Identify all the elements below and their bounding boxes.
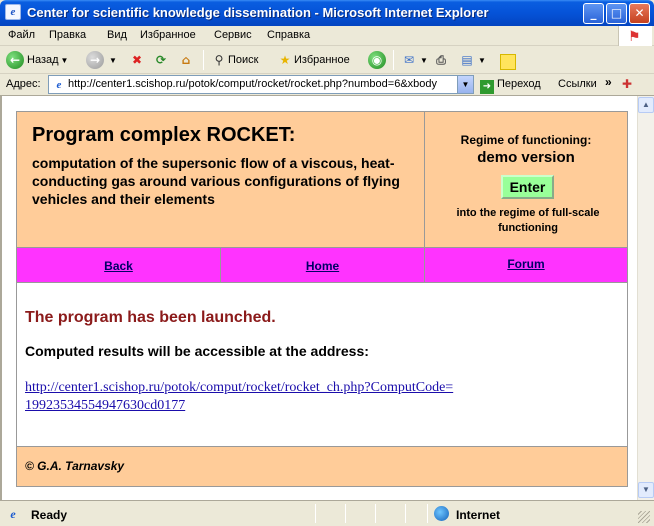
media-icon: ◉ [368, 51, 386, 70]
refresh-icon: ⟳ [155, 53, 167, 68]
menu-file[interactable]: Файл [8, 29, 35, 41]
nav-cell-forum: Forum [425, 248, 627, 282]
menu-edit[interactable]: Правка [49, 29, 86, 41]
search-button[interactable]: ⚲ Поиск [210, 49, 259, 71]
status-separator [345, 504, 346, 523]
status-separator [427, 504, 428, 523]
search-label: Поиск [228, 54, 259, 66]
status-text: Ready [31, 508, 68, 522]
back-link[interactable]: Back [104, 259, 133, 273]
mail-icon: ✉ [403, 53, 415, 68]
forward-arrow-icon: → [86, 51, 104, 70]
scroll-up-icon[interactable]: ▲ [638, 97, 654, 113]
menu-bar: Файл Правка Вид Избранное Сервис Справка… [0, 26, 654, 46]
notes-button[interactable] [500, 49, 516, 71]
nav-row: Back Home Forum [17, 248, 627, 283]
resize-grip-icon[interactable] [638, 511, 650, 523]
page-title: Program complex ROCKET: [32, 124, 296, 146]
media-button[interactable]: ◉ [368, 49, 389, 71]
globe-icon [434, 506, 449, 521]
title-bar: e Center for scientific knowledge dissem… [0, 0, 654, 26]
dropdown-arrow-icon: ▼ [60, 56, 69, 65]
nav-cell-back: Back [17, 248, 221, 282]
go-arrow-icon: ➜ [480, 80, 494, 94]
home-link[interactable]: Home [306, 259, 339, 273]
back-label: Назад [27, 54, 59, 66]
body-cell: The program has been launched. Computed … [17, 283, 627, 447]
links-button[interactable]: Ссылки [558, 78, 597, 90]
favorites-button[interactable]: ★ Избранное [276, 49, 350, 71]
windows-logo: ⚑ [618, 26, 652, 46]
favorites-label: Избранное [294, 54, 350, 66]
note-icon [500, 53, 516, 70]
copyright-text: © G.A. Tarnavsky [25, 459, 125, 473]
security-zone: Internet [456, 508, 501, 522]
into-regime-text: into the regime of full-scale functionin… [456, 207, 600, 234]
edit-icon: ▤ [461, 53, 473, 68]
header-left-cell: Program complex ROCKET: computation of t… [17, 112, 425, 248]
page-table: Program complex ROCKET: computation of t… [16, 111, 628, 487]
toolbar-separator [203, 50, 204, 70]
go-label: Переход [497, 78, 541, 90]
minimize-button[interactable]: _ [583, 3, 604, 24]
home-button[interactable]: ⌂ [177, 49, 195, 71]
window-title: Center for scientific knowledge dissemin… [27, 5, 489, 20]
address-input[interactable]: e http://center1.scishop.ru/potok/comput… [48, 75, 474, 94]
go-button[interactable]: ➜ Переход [480, 78, 541, 94]
stop-button[interactable]: ✖ [128, 49, 146, 71]
links-extra-icon[interactable]: ✚ [622, 77, 632, 91]
computed-message: Computed results will be accessible at t… [25, 343, 369, 359]
toolbar-separator [393, 50, 394, 70]
status-separator [405, 504, 406, 523]
print-icon: ⎙ [436, 53, 446, 68]
toolbar: ← Назад ▼ → ▼ ✖ ⟳ ⌂ ⚲ Поиск ★ Избранное ◉ ✉ ▼ … [0, 46, 654, 74]
menu-tools[interactable]: Сервис [214, 29, 252, 41]
page-status-icon: e [10, 507, 16, 521]
address-label: Адрес: [6, 78, 41, 90]
scroll-down-icon[interactable]: ▼ [638, 482, 654, 498]
ie-icon: e [5, 4, 21, 20]
address-dropdown-icon[interactable]: ▼ [457, 76, 473, 93]
maximize-button[interactable]: □ [606, 3, 627, 24]
stop-icon: ✖ [131, 53, 143, 68]
links-chevron[interactable]: » [605, 75, 612, 89]
vertical-scrollbar[interactable]: ▲ ▼ [637, 96, 654, 500]
mail-button[interactable]: ✉ ▼ [400, 49, 428, 71]
menu-view[interactable]: Вид [107, 29, 127, 41]
regime-value: demo version [477, 149, 575, 166]
star-icon: ★ [279, 53, 291, 68]
menu-favorites[interactable]: Избранное [140, 29, 196, 41]
footer-cell: © G.A. Tarnavsky [17, 447, 627, 486]
header-right-cell: Regime of functioning: demo version Ente… [425, 112, 627, 248]
page-content: Program complex ROCKET: computation of t… [0, 96, 637, 500]
dropdown-arrow-icon: ▼ [109, 56, 117, 65]
status-bar: e Ready Internet [0, 500, 654, 526]
edit-button[interactable]: ▤ ▼ [458, 49, 486, 71]
home-icon: ⌂ [181, 53, 191, 68]
forward-button[interactable]: → ▼ [86, 49, 117, 71]
windows-flag-icon: ⚑ [628, 28, 641, 44]
result-link[interactable]: http://center1.scishop.ru/potok/comput/r… [25, 379, 455, 415]
enter-button[interactable]: Enter [501, 175, 554, 199]
page-subtitle: computation of the supersonic flow of a … [32, 155, 400, 207]
dropdown-arrow-icon: ▼ [420, 56, 428, 65]
status-separator [375, 504, 376, 523]
close-button[interactable]: ✕ [629, 3, 650, 24]
menu-help[interactable]: Справка [267, 29, 310, 41]
address-bar: Адрес: e http://center1.scishop.ru/potok… [0, 74, 654, 96]
status-separator [315, 504, 316, 523]
back-arrow-icon: ← [6, 51, 24, 70]
search-icon: ⚲ [214, 53, 224, 68]
print-button[interactable]: ⎙ [432, 49, 450, 71]
nav-cell-home: Home [221, 248, 425, 282]
launched-message: The program has been launched. [25, 309, 276, 326]
forum-link[interactable]: Forum [507, 257, 544, 271]
back-button[interactable]: ← Назад ▼ [6, 49, 68, 71]
regime-label: Regime of functioning: [460, 133, 592, 147]
page-icon: e [56, 79, 62, 91]
dropdown-arrow-icon: ▼ [478, 56, 486, 65]
refresh-button[interactable]: ⟳ [152, 49, 170, 71]
address-url[interactable]: http://center1.scishop.ru/potok/comput/r… [68, 78, 458, 90]
